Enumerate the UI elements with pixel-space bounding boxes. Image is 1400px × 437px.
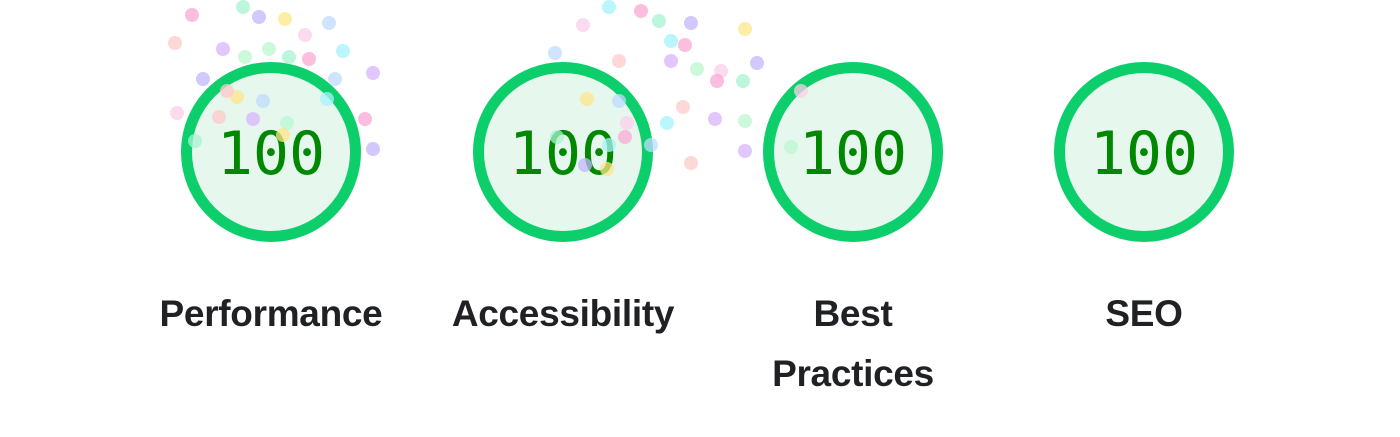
lighthouse-scores: 100 Performance 100 Accessibility 100 Be… xyxy=(0,0,1400,437)
score-value: 100 xyxy=(798,119,908,189)
gauge-accessibility[interactable]: 100 Accessibility xyxy=(418,0,708,437)
gauge-performance[interactable]: 100 Performance xyxy=(126,0,416,437)
gauge-label: Performance xyxy=(159,293,383,334)
score-value: 100 xyxy=(216,119,326,189)
gauge-label: Best Practices xyxy=(772,293,934,394)
gauge-best-practices[interactable]: 100 Best Practices xyxy=(708,0,998,437)
score-value: 100 xyxy=(508,119,618,189)
gauge-label: SEO xyxy=(1105,293,1183,334)
gauge-label: Accessibility xyxy=(451,293,675,334)
score-value: 100 xyxy=(1089,119,1199,189)
gauge-seo[interactable]: 100 SEO xyxy=(999,0,1289,437)
